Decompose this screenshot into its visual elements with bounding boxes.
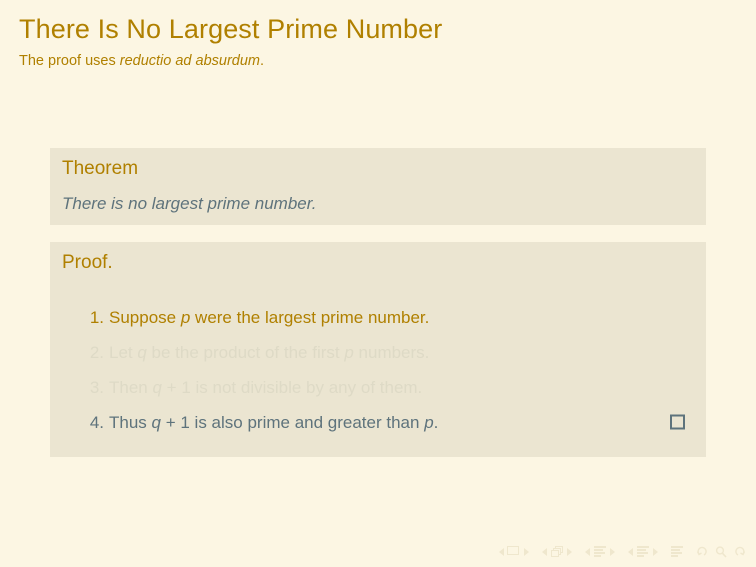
proof-step-number: 4. xyxy=(89,412,104,432)
page-title: There Is No Largest Prime Number xyxy=(19,14,443,44)
magnifier-icon[interactable] xyxy=(714,545,728,559)
subtitle-emphasis-text: reductio ad absurdum xyxy=(119,53,260,70)
proof-step-number: 1. xyxy=(89,307,104,327)
proof-step-text: Let q be the product of the first p numb… xyxy=(109,342,430,362)
proof-step-list: 1. Suppose p were the largest prime numbe… xyxy=(62,300,694,440)
slide-subtitle: The proof uses reductio ad absurdum. xyxy=(19,53,737,69)
proof-step-text: Thus q + 1 is also prime and greater tha… xyxy=(109,412,439,432)
proof-step-item: 2. Let q be the product of the first p nu… xyxy=(62,335,694,370)
proof-step-number: 2. xyxy=(89,342,104,362)
triangle-right-icon[interactable] xyxy=(524,548,529,556)
proof-step-item: 4. Thus q + 1 is also prime and greater t… xyxy=(62,405,694,440)
undo-arrow-icon[interactable] xyxy=(696,545,710,559)
proof-block-title: Proof. xyxy=(62,252,113,273)
redo-arrow-icon[interactable] xyxy=(732,545,746,559)
text-lines-icon[interactable] xyxy=(670,546,684,558)
slide-square-icon[interactable] xyxy=(507,546,521,558)
beamer-navigation-bar xyxy=(497,543,748,561)
subsection-navigation-group xyxy=(583,546,617,558)
theorem-block-title: Theorem xyxy=(62,158,139,179)
triangle-left-icon[interactable] xyxy=(499,548,504,556)
history-navigation-group xyxy=(694,545,748,559)
text-lines-icon[interactable] xyxy=(593,546,607,558)
proof-step-number: 3. xyxy=(89,377,104,397)
triangle-left-icon[interactable] xyxy=(585,548,590,556)
presentation-navigation-group xyxy=(669,546,685,558)
subtitle-lead-text: The proof uses xyxy=(19,53,120,70)
theorem-block: Theorem There is no largest prime number… xyxy=(50,148,706,225)
triangle-right-icon[interactable] xyxy=(653,548,658,556)
theorem-block-body: There is no largest prime number. xyxy=(62,193,317,213)
section-navigation-group xyxy=(626,546,660,558)
proof-block: Proof. 1. Suppose p were the largest prim… xyxy=(50,242,706,457)
triangle-left-icon[interactable] xyxy=(628,548,633,556)
stacked-frames-icon[interactable] xyxy=(550,546,564,558)
subtitle-tail-text: . xyxy=(260,53,265,70)
triangle-right-icon[interactable] xyxy=(567,548,572,556)
slide-navigation-group xyxy=(497,546,531,558)
triangle-right-icon[interactable] xyxy=(610,548,615,556)
proof-step-item: 1. Suppose p were the largest prime numbe… xyxy=(62,300,694,335)
qed-square-icon xyxy=(670,414,685,430)
proof-step-item: 3. Then q + 1 is not divisible by any of … xyxy=(62,370,694,405)
triangle-left-icon[interactable] xyxy=(542,548,547,556)
slide-header: There Is No Largest Prime Number The pro… xyxy=(19,14,737,69)
frame-navigation-group xyxy=(540,546,574,558)
text-lines-icon[interactable] xyxy=(636,546,650,558)
proof-step-text: Then q + 1 is not divisible by any of th… xyxy=(109,377,423,397)
proof-step-text: Suppose p were the largest prime number. xyxy=(109,307,430,327)
